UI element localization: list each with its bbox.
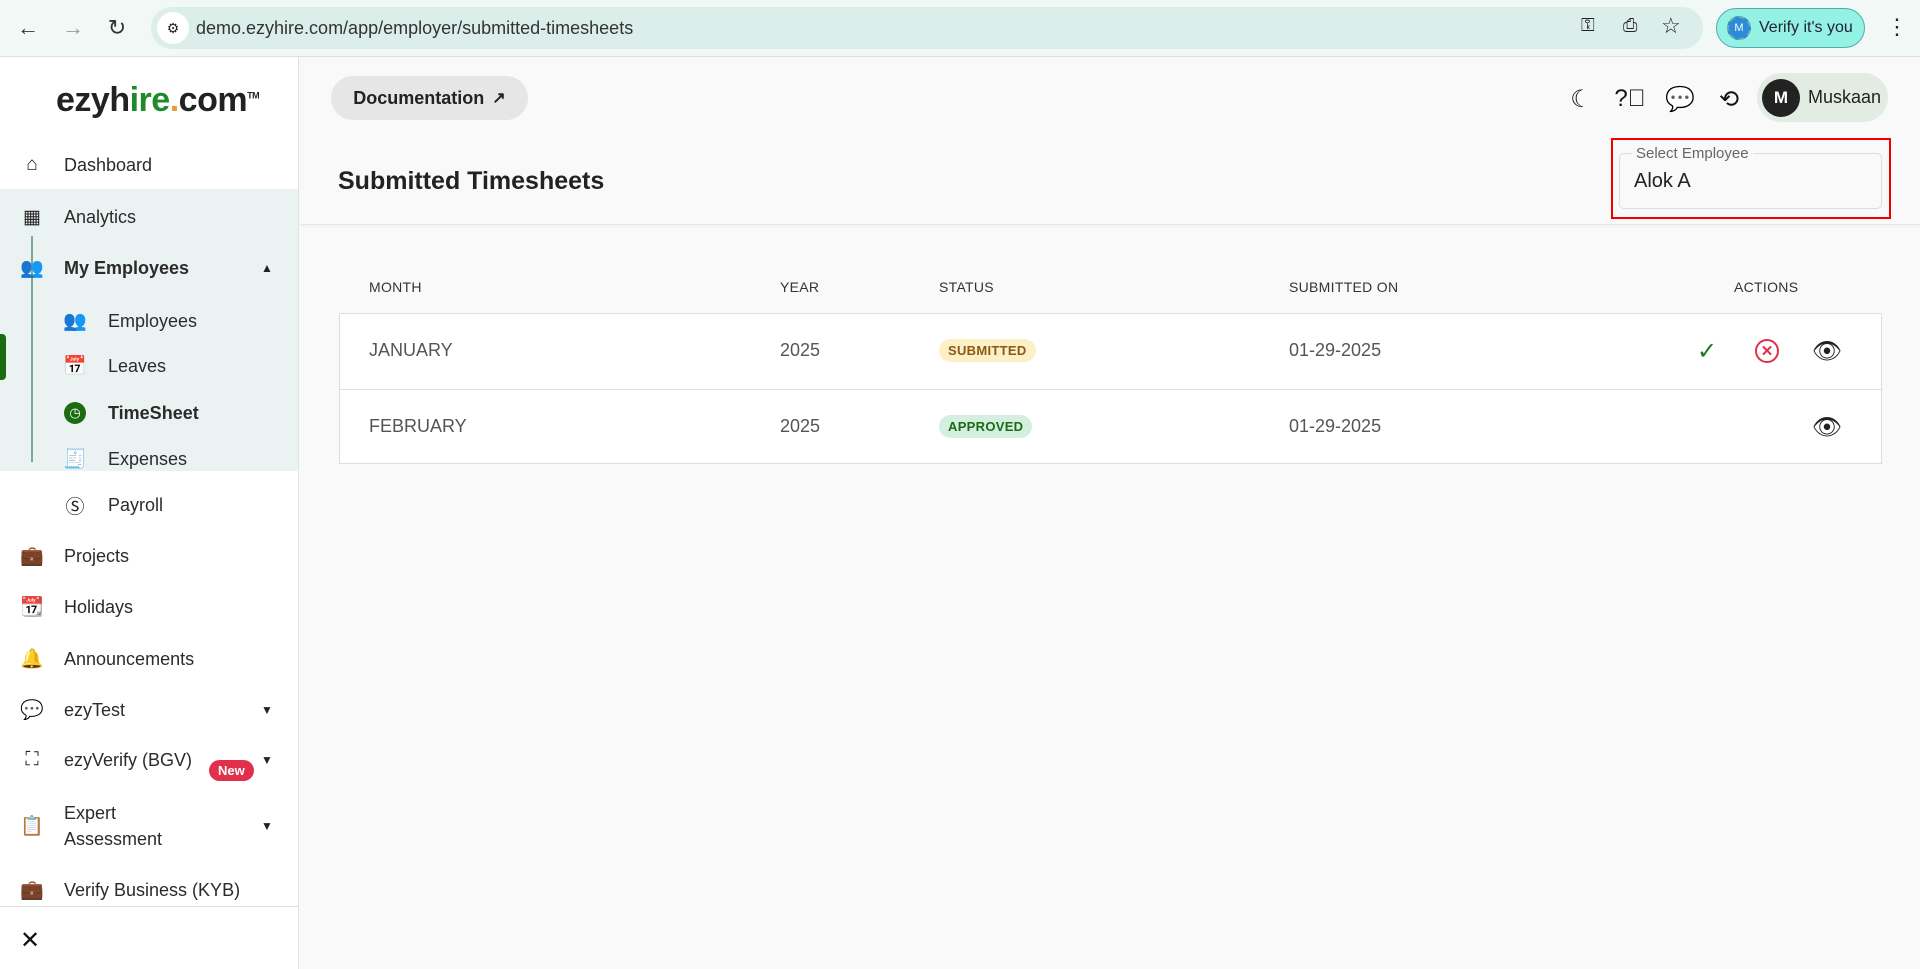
year-cell: 2025 xyxy=(780,416,821,436)
reload-button[interactable]: ↻ xyxy=(103,14,131,42)
sidebar-item-analytics[interactable]: ▦ Analytics xyxy=(0,193,298,241)
sidebar-item-expert-assessment[interactable]: 📋 Expert Assessment ▼ xyxy=(0,796,298,856)
reject-cancel-icon[interactable]: ✕ xyxy=(1752,336,1782,366)
help-icon[interactable]: ?⃝ xyxy=(1614,84,1645,114)
user-name: Muskaan xyxy=(1808,87,1882,107)
site-settings-icon[interactable]: ⚙ xyxy=(157,12,189,44)
history-icon[interactable]: ⟲ xyxy=(1714,84,1744,114)
column-month: MONTH xyxy=(369,279,422,295)
clipboard-icon: 📋 xyxy=(20,816,44,837)
forward-button[interactable]: → xyxy=(59,14,87,42)
view-eye-icon[interactable]: 👁 xyxy=(1812,336,1842,366)
avatar: M xyxy=(1762,78,1800,117)
sidebar-divider xyxy=(0,906,298,907)
sidebar-item-ezytest[interactable]: 💬 ezyTest ▼ xyxy=(0,686,298,734)
people-icon: 👥 xyxy=(63,311,87,332)
sidebar-item-holidays[interactable]: 📆 Holidays xyxy=(0,583,298,631)
briefcase-icon: 💼 xyxy=(20,880,44,901)
address-bar[interactable]: ⚙ demo.ezyhire.com/app/employer/submitte… xyxy=(151,7,1703,49)
sidebar-item-leaves[interactable]: 📅 Leaves xyxy=(0,342,298,390)
chevron-down-icon: ▼ xyxy=(261,819,273,833)
sidebar-item-expenses[interactable]: 🧾 Expenses xyxy=(0,435,298,483)
sidebar-item-my-employees[interactable]: 👥 My Employees ▲ xyxy=(0,244,298,292)
select-employee-label: Select Employee xyxy=(1632,145,1753,162)
dark-mode-moon-icon[interactable]: ☾ xyxy=(1566,84,1596,114)
browser-toolbar: ← → ↻ ⚙ demo.ezyhire.com/app/employer/su… xyxy=(0,0,1920,57)
install-app-icon[interactable]: ⎙ xyxy=(1623,15,1637,36)
bell-icon: 🔔 xyxy=(20,649,44,670)
timesheets-table: JANUARY 2025 SUBMITTED 01-29-2025 ✓ ✕ 👁 … xyxy=(339,313,1882,464)
close-sidebar-icon[interactable]: ✕ xyxy=(20,926,40,955)
password-key-icon[interactable]: ⚿ xyxy=(1581,15,1595,36)
ezyhire-logo: ezyhire.comTM xyxy=(56,81,260,119)
submitted-on-cell: 01-29-2025 xyxy=(1289,416,1382,436)
documentation-button[interactable]: Documentation ↗ xyxy=(331,76,528,120)
sidebar-item-ezyverify[interactable]: ⛶ ezyVerify (BGV) ▼ xyxy=(0,736,298,784)
submitted-on-cell: 01-29-2025 xyxy=(1289,340,1382,360)
column-status: STATUS xyxy=(939,279,994,295)
user-menu[interactable]: M Muskaan xyxy=(1757,73,1888,122)
dollar-circle-icon: Ⓢ xyxy=(65,496,85,518)
verify-label: Verify it's you xyxy=(1759,19,1853,36)
calendar-icon: 📆 xyxy=(20,597,44,618)
browser-menu-icon[interactable]: ⋮ xyxy=(1886,14,1908,40)
verify-profile-button[interactable]: M Verify it's you xyxy=(1716,8,1865,48)
briefcase-clock-icon: 💼 xyxy=(20,546,44,567)
select-employee-value: Alok A xyxy=(1634,170,1691,192)
people-icon: 👥 xyxy=(20,258,44,279)
bookmark-star-icon[interactable]: ☆ xyxy=(1661,13,1681,39)
chevron-down-icon: ▼ xyxy=(261,703,273,717)
external-link-icon: ↗ xyxy=(492,90,506,107)
calendar-x-icon: 📅 xyxy=(63,356,87,377)
chat-icon[interactable]: 💬 xyxy=(1665,84,1695,114)
sidebar-item-announcements[interactable]: 🔔 Announcements xyxy=(0,635,298,683)
page-title: Submitted Timesheets xyxy=(338,167,605,195)
back-button[interactable]: ← xyxy=(14,14,42,42)
new-badge: New xyxy=(209,760,254,781)
analytics-icon: ▦ xyxy=(23,206,41,228)
year-cell: 2025 xyxy=(780,340,821,360)
face-scan-icon: ⛶ xyxy=(25,749,39,770)
status-badge: SUBMITTED xyxy=(939,339,1036,362)
status-badge: APPROVED xyxy=(939,415,1033,438)
home-icon: ⌂ xyxy=(26,154,38,175)
sidebar-item-payroll[interactable]: Ⓢ Payroll xyxy=(0,481,298,529)
view-eye-icon[interactable]: 👁 xyxy=(1812,412,1842,442)
month-cell: FEBRUARY xyxy=(369,416,467,436)
chat-icon: 💬 xyxy=(20,700,44,721)
url-text: demo.ezyhire.com/app/employer/submitted-… xyxy=(196,18,634,38)
chevron-down-icon: ▼ xyxy=(261,753,273,767)
column-year: YEAR xyxy=(780,279,820,295)
column-submitted-on: SUBMITTED ON xyxy=(1289,279,1399,295)
sidebar-item-projects[interactable]: 💼 Projects xyxy=(0,532,298,580)
month-cell: JANUARY xyxy=(369,340,453,360)
select-employee-field[interactable]: Select Employee Alok A xyxy=(1619,145,1882,209)
receipt-dollar-icon: 🧾 xyxy=(63,449,87,470)
sidebar-item-dashboard[interactable]: ⌂ Dashboard xyxy=(0,141,298,189)
clock-icon: ◷ xyxy=(63,401,87,425)
sidebar-item-employees[interactable]: 👥 Employees xyxy=(0,297,298,345)
table-row: JANUARY 2025 SUBMITTED 01-29-2025 ✓ ✕ 👁 xyxy=(340,314,1881,389)
approve-check-icon[interactable]: ✓ xyxy=(1692,336,1722,366)
column-actions: ACTIONS xyxy=(1734,279,1799,295)
profile-avatar: M xyxy=(1727,16,1751,40)
chevron-up-icon: ▲ xyxy=(261,261,273,275)
table-row: FEBRUARY 2025 APPROVED 01-29-2025 👁 xyxy=(340,389,1881,464)
sidebar-item-timesheet[interactable]: ◷ TimeSheet xyxy=(0,389,298,437)
